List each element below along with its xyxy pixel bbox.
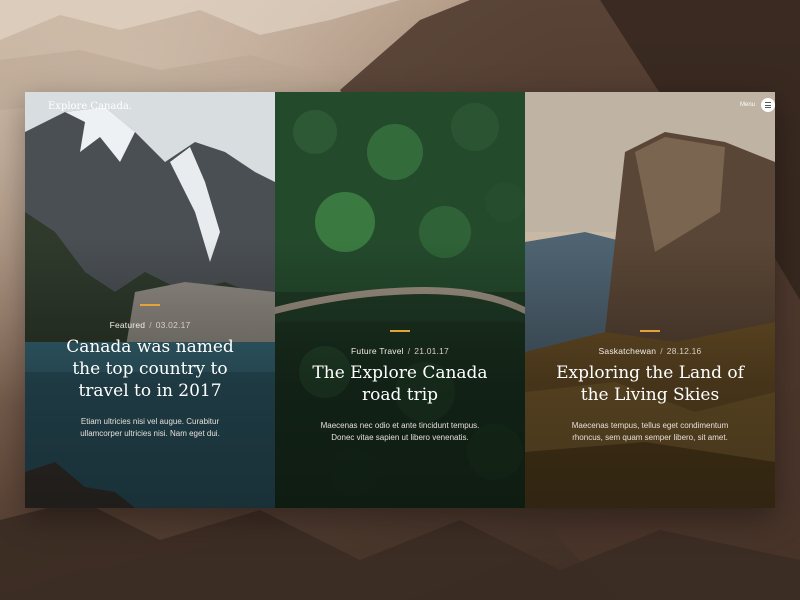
card-overlay bbox=[25, 92, 275, 508]
article-card-3[interactable]: Saskatchewan/28.12.16 Exploring the Land… bbox=[525, 92, 775, 508]
card-description: Etiam ultricies nisi vel augue. Curabitu… bbox=[80, 417, 220, 438]
card-category[interactable]: Future Travel bbox=[351, 346, 404, 356]
card-overlay bbox=[275, 92, 525, 508]
card-description: Maecenas nec odio et ante tincidunt temp… bbox=[320, 421, 480, 442]
meta-separator: / bbox=[660, 346, 663, 356]
card-title[interactable]: Exploring the Land of the Living Skies bbox=[553, 362, 747, 406]
card-date: 28.12.16 bbox=[666, 346, 702, 356]
article-card-2[interactable]: Future Travel/21.01.17 The Explore Canad… bbox=[275, 92, 525, 508]
menu-toggle[interactable]: Menu bbox=[740, 98, 775, 112]
card-category[interactable]: Saskatchewan bbox=[599, 346, 657, 356]
card-meta: Saskatchewan/28.12.16 bbox=[525, 346, 775, 356]
hamburger-icon[interactable] bbox=[761, 98, 775, 112]
accent-line bbox=[640, 330, 660, 332]
meta-separator: / bbox=[407, 346, 411, 356]
card-title[interactable]: Canada was named the top country to trav… bbox=[53, 336, 247, 402]
card-content: Future Travel/21.01.17 The Explore Canad… bbox=[275, 330, 525, 444]
menu-label[interactable]: Menu bbox=[740, 102, 755, 108]
card-category[interactable]: Featured bbox=[110, 320, 146, 330]
card-description: Maecenas tempus, tellus eget condimentum… bbox=[571, 421, 729, 442]
meta-separator: / bbox=[149, 320, 152, 330]
card-date: 03.02.17 bbox=[155, 320, 191, 330]
card-title[interactable]: The Explore Canada road trip bbox=[303, 362, 497, 406]
card-date: 21.01.17 bbox=[414, 346, 449, 356]
card-overlay bbox=[525, 92, 775, 508]
card-meta: Future Travel/21.01.17 bbox=[275, 346, 525, 356]
card-content: Saskatchewan/28.12.16 Exploring the Land… bbox=[525, 330, 775, 444]
card-meta: Featured/03.02.17 bbox=[25, 320, 275, 330]
accent-line bbox=[390, 330, 410, 332]
accent-line bbox=[140, 304, 160, 306]
card-content: Featured/03.02.17 Canada was named the t… bbox=[25, 304, 275, 440]
article-card-1[interactable]: Featured/03.02.17 Canada was named the t… bbox=[25, 92, 275, 508]
brand-logo[interactable]: Explore Canada. bbox=[48, 101, 132, 112]
article-cards: Featured/03.02.17 Canada was named the t… bbox=[25, 92, 775, 508]
